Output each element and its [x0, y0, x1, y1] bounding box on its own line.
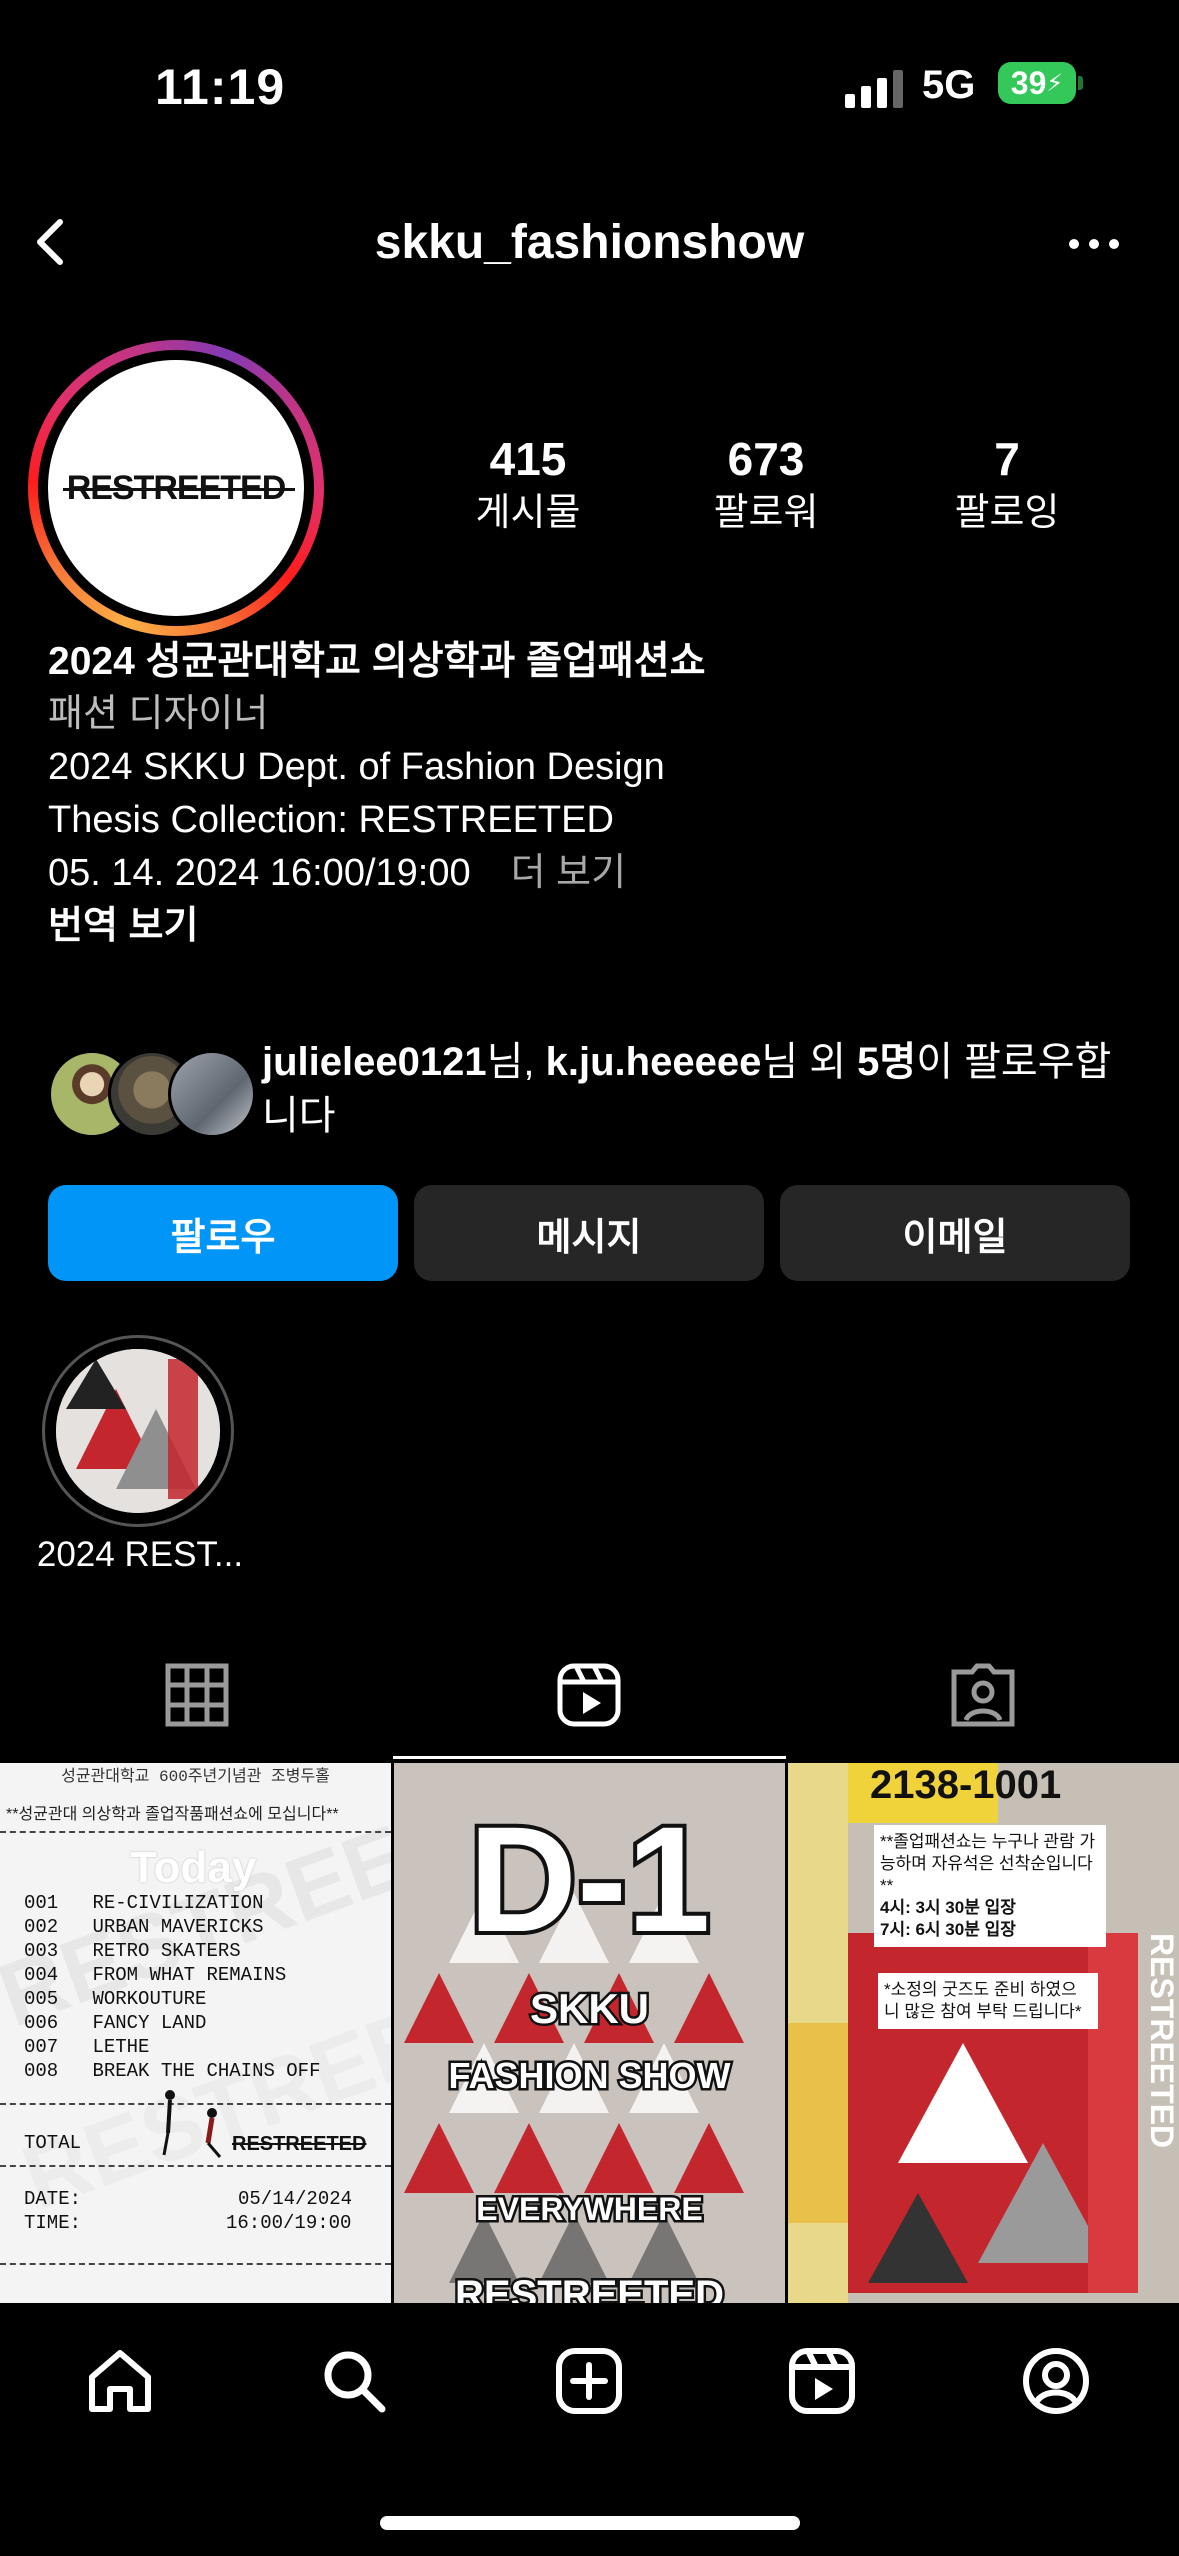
battery-level: 39	[1010, 64, 1047, 101]
receipt-date-label: DATE:	[24, 2188, 82, 2210]
bio-more-link[interactable]: 더 보기	[511, 852, 626, 894]
receipt-item: 004 FROM WHAT REMAINS	[24, 1964, 287, 1986]
stat-posts-label: 게시물	[475, 492, 581, 534]
email-button[interactable]: 이메일	[780, 1185, 1130, 1281]
stat-followers-label: 팔로워	[713, 492, 819, 534]
sign-phone: 2138-1001	[870, 1763, 1062, 1807]
tagged-tab-icon[interactable]	[948, 1660, 1018, 1730]
notice-text-1: **졸업패션쇼는 누구나 관람 가능하며 자유석은 선착순입니다**	[880, 1832, 1096, 1895]
profile-category: 패션 디자이너	[48, 693, 269, 735]
follow-button[interactable]: 팔로우	[48, 1185, 398, 1281]
receipt-date-value: 05/14/2024	[238, 2188, 353, 2210]
reels-tab-icon[interactable]	[554, 1660, 624, 1730]
search-icon[interactable]	[318, 2345, 390, 2417]
stat-posts[interactable]: 415 게시물	[428, 430, 628, 538]
receipt-invite: **성균관대 의상학과 졸업작품패션쇼에 모십니다**	[6, 1806, 339, 1823]
receipt-item: 005 WORKOUTURE	[24, 1988, 207, 2010]
poster-line-3: EVERYWHERE	[474, 2189, 705, 2230]
receipt-divider-3	[0, 2165, 391, 2167]
post-tile-2[interactable]: D-1 SKKU FASHION SHOW EVERYWHERE RESTREE…	[394, 1763, 785, 2303]
profile-display-name: 2024 성균관대학교 의상학과 졸업패션쇼	[48, 640, 706, 683]
receipt-item: 008 BREAK THE CHAINS OFF	[24, 2060, 321, 2082]
receipt-item: 006 FANCY LAND	[24, 2012, 207, 2034]
battery-tip	[1078, 76, 1083, 90]
mutual-user-2: k.ju.heeeee	[545, 1040, 762, 1084]
more-options-icon[interactable]	[1064, 214, 1124, 274]
highlight-label: 2024 REST...	[36, 1535, 244, 1574]
poster-line-1: SKKU	[527, 1983, 651, 2035]
receipt-time-value: 16:00/19:00	[226, 2212, 352, 2234]
receipt-divider-1	[0, 1831, 391, 1833]
receipt-item: 007 LETHE	[24, 2036, 150, 2058]
poster-vertical-text: RESTREETED	[1144, 1933, 1179, 2149]
avatar-logo-text: RESTREETED	[62, 468, 295, 507]
stat-following[interactable]: 7 팔로잉	[907, 430, 1107, 538]
translate-link[interactable]: 번역 보기	[48, 900, 1148, 953]
network-type: 5G	[922, 63, 976, 107]
stat-followers[interactable]: 673 팔로워	[666, 430, 866, 538]
mutual-count: 5명	[857, 1040, 917, 1084]
mutual-user-1: julielee0121	[262, 1040, 487, 1084]
notice-card-1: **졸업패션쇼는 누구나 관람 가능하며 자유석은 선착순입니다** 4시: 3…	[874, 1825, 1106, 1947]
notice-text-2: 4시: 3시 30분 입장	[880, 1898, 1016, 1917]
receipt-item: 002 URBAN MAVERICKS	[24, 1916, 264, 1938]
active-tab-indicator	[393, 1756, 786, 1759]
profile-username: skku_fashionshow	[374, 216, 805, 269]
receipt-time-label: TIME:	[24, 2212, 82, 2234]
stat-following-label: 팔로잉	[954, 492, 1060, 534]
poster-line-2: FASHION SHOW	[446, 2053, 733, 2099]
receipt-total-value: RESTREETED	[232, 2133, 367, 2155]
cellular-signal-icon	[845, 70, 903, 108]
bio-line-2: Thesis Collection: RESTREETED	[48, 799, 614, 841]
profile-bio: 2024 성균관대학교 의상학과 졸업패션쇼 패션 디자이너 2024 SKKU…	[48, 635, 1148, 953]
profile-nav-icon[interactable]	[1020, 2345, 1092, 2417]
receipt-divider-4	[0, 2263, 391, 2265]
highlight-cover[interactable]	[56, 1349, 220, 1513]
home-icon[interactable]	[84, 2345, 156, 2417]
stat-followers-value: 673	[727, 433, 805, 485]
notice-text-4: *소정의 굿즈도 준비 하였으니 많은 참여 부탁 드립니다*	[884, 1980, 1082, 2021]
message-button[interactable]: 메시지	[414, 1185, 764, 1281]
stat-following-value: 7	[994, 433, 1020, 485]
notice-text-3: 7시: 6시 30분 입장	[880, 1920, 1016, 1939]
bio-line-3: 05. 14. 2024 16:00/19:00	[48, 852, 471, 894]
receipt-today: Today	[130, 1843, 257, 1892]
receipt-item: 001 RE-CIVILIZATION	[24, 1892, 264, 1914]
receipt-item: 003 RETRO SKATERS	[24, 1940, 241, 1962]
reels-nav-icon[interactable]	[786, 2345, 858, 2417]
post-tile-1[interactable]: RESTREETED RESTREETED 성균관대학교 600주년기념관 조병…	[0, 1763, 391, 2303]
status-time: 11:19	[155, 59, 286, 115]
notice-card-2: *소정의 굿즈도 준비 하였으니 많은 참여 부탁 드립니다*	[878, 1973, 1098, 2029]
mutual-sep-1: 님,	[486, 1040, 546, 1084]
receipt-header: 성균관대학교 600주년기념관 조병두홀	[61, 1768, 330, 1786]
create-post-icon[interactable]	[553, 2345, 625, 2417]
battery-icon: 39 ⚡	[998, 62, 1076, 104]
mutual-avatar-3[interactable]	[168, 1050, 256, 1138]
receipt-total-label: TOTAL	[24, 2132, 82, 2154]
grid-tab-icon[interactable]	[162, 1660, 232, 1730]
profile-avatar[interactable]: RESTREETED	[48, 360, 304, 616]
mutual-sep-2: 님 외	[761, 1040, 858, 1084]
home-indicator	[380, 2516, 800, 2530]
post-tile-3[interactable]: 2138-1001 **졸업패션쇼는 누구나 관람 가능하며 자유석은 선착순입…	[788, 1763, 1179, 2303]
stat-posts-value: 415	[489, 433, 567, 485]
receipt-list: 001 RE-CIVILIZATION 002 URBAN MAVERICKS …	[24, 1891, 320, 2083]
bio-line-1: 2024 SKKU Dept. of Fashion Design	[48, 746, 665, 788]
countdown-text: D-1	[465, 1791, 715, 1967]
dancer-figures	[162, 2090, 222, 2158]
poster-line-4: RESTREETED	[453, 2271, 727, 2304]
mutual-followers-text[interactable]: julielee0121님, k.ju.heeeee님 외 5명이 팔로우합니다	[262, 1035, 1142, 1143]
